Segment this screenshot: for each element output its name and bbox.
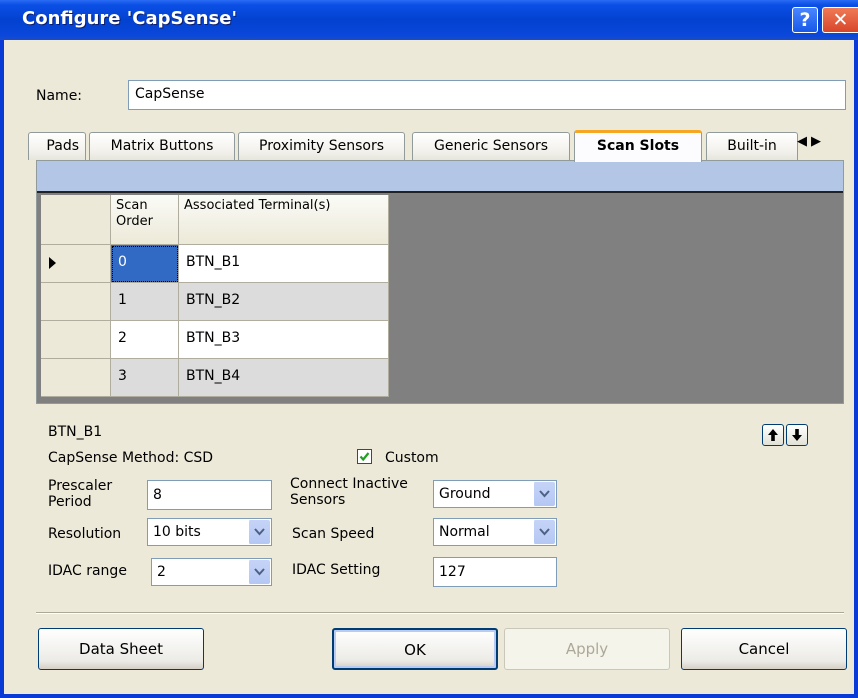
chevron-down-icon[interactable]: [533, 482, 555, 506]
column-header-scan-order[interactable]: Scan Order: [111, 195, 179, 245]
apply-button[interactable]: Apply: [504, 628, 670, 670]
tab-label: Matrix Buttons: [110, 138, 214, 154]
custom-label: Custom: [385, 450, 439, 466]
close-button[interactable]: ✕: [822, 7, 858, 33]
tab-scroll-left-icon[interactable]: ◀: [797, 134, 811, 149]
chevron-down-icon[interactable]: [533, 520, 555, 544]
scan-order-cell[interactable]: 0: [111, 245, 179, 283]
move-down-button[interactable]: [786, 424, 808, 446]
prescaler-period-input[interactable]: 8: [147, 480, 272, 510]
scan-order-cell[interactable]: 1: [111, 283, 179, 321]
column-header-label: Associated Terminal(s): [184, 198, 331, 213]
idac-range-select[interactable]: 2: [151, 558, 272, 586]
tab-label: Scan Slots: [596, 138, 680, 154]
tab-proximity-sensors[interactable]: Proximity Sensors: [238, 132, 405, 160]
name-input[interactable]: CapSense: [128, 80, 846, 110]
ok-button[interactable]: OK: [332, 628, 498, 670]
tab-label: Built-in: [727, 138, 777, 154]
row-header[interactable]: [41, 245, 111, 283]
arrow-up-icon: [768, 429, 778, 441]
tab-pads[interactable]: Pads: [28, 132, 86, 160]
prescaler-period-label: Prescaler Period: [48, 478, 113, 510]
idac-setting-input[interactable]: 127: [433, 557, 557, 587]
checkmark-icon: [359, 452, 370, 462]
tab-scroll-right-icon[interactable]: ▶: [811, 134, 825, 149]
tab-label: Proximity Sensors: [259, 138, 384, 154]
resolution-select[interactable]: 10 bits: [147, 518, 272, 546]
arrow-down-icon: [792, 429, 802, 441]
help-button[interactable]: ?: [792, 7, 818, 33]
connect-inactive-value: Ground: [439, 486, 491, 502]
capsense-method: CapSense Method: CSD: [48, 450, 214, 466]
scan-speed-select[interactable]: Normal: [433, 518, 557, 546]
title-bar[interactable]: Configure 'CapSense' ? ✕: [0, 0, 858, 40]
tab-built-in[interactable]: Built-in: [706, 132, 798, 160]
move-up-button[interactable]: [762, 424, 784, 446]
tab-label: Generic Sensors: [433, 138, 549, 154]
data-sheet-button[interactable]: Data Sheet: [38, 628, 204, 670]
idac-setting-label: IDAC Setting: [292, 562, 381, 578]
sensor-name: BTN_B1: [48, 424, 103, 440]
grid-corner: [41, 195, 111, 245]
scan-speed-label: Scan Speed: [292, 526, 375, 542]
terminal-cell[interactable]: BTN_B4: [179, 359, 389, 397]
terminal-cell[interactable]: BTN_B1: [179, 245, 389, 283]
tab-matrix-buttons[interactable]: Matrix Buttons: [89, 132, 235, 160]
tab-label: Pads: [46, 138, 79, 154]
scan-order-cell[interactable]: 2: [111, 321, 179, 359]
resolution-value: 10 bits: [153, 524, 201, 540]
scan-speed-value: Normal: [439, 524, 490, 540]
column-header-terminals[interactable]: Associated Terminal(s): [179, 195, 389, 245]
column-header-label: Scan Order: [116, 198, 153, 229]
terminal-cell[interactable]: BTN_B3: [179, 321, 389, 359]
panel-header: [37, 161, 843, 193]
chevron-down-icon[interactable]: [248, 560, 270, 584]
connect-inactive-select[interactable]: Ground: [433, 480, 557, 508]
tab-strip: Pads Matrix Buttons Proximity Sensors Ge…: [28, 130, 842, 162]
tab-scan-slots[interactable]: Scan Slots: [574, 130, 702, 162]
idac-range-label: IDAC range: [48, 563, 127, 579]
resolution-label: Resolution: [48, 526, 122, 542]
window-title: Configure 'CapSense': [22, 8, 237, 29]
scan-slots-panel: Scan Order Associated Terminal(s) 0 BTN_…: [36, 160, 844, 404]
idac-range-value: 2: [157, 564, 166, 580]
connect-inactive-label: Connect Inactive Sensors: [290, 476, 408, 508]
row-header[interactable]: [41, 359, 111, 397]
cancel-button[interactable]: Cancel: [681, 628, 847, 670]
row-header[interactable]: [41, 321, 111, 359]
chevron-down-icon[interactable]: [248, 520, 270, 544]
tab-generic-sensors[interactable]: Generic Sensors: [412, 132, 570, 160]
tab-scroll-arrows: ◀▶: [797, 134, 825, 149]
terminal-cell[interactable]: BTN_B2: [179, 283, 389, 321]
current-row-icon: [49, 257, 56, 269]
custom-checkbox[interactable]: [357, 449, 372, 464]
separator: [36, 612, 844, 614]
name-label: Name:: [36, 88, 83, 104]
scan-order-cell[interactable]: 3: [111, 359, 179, 397]
row-header[interactable]: [41, 283, 111, 321]
